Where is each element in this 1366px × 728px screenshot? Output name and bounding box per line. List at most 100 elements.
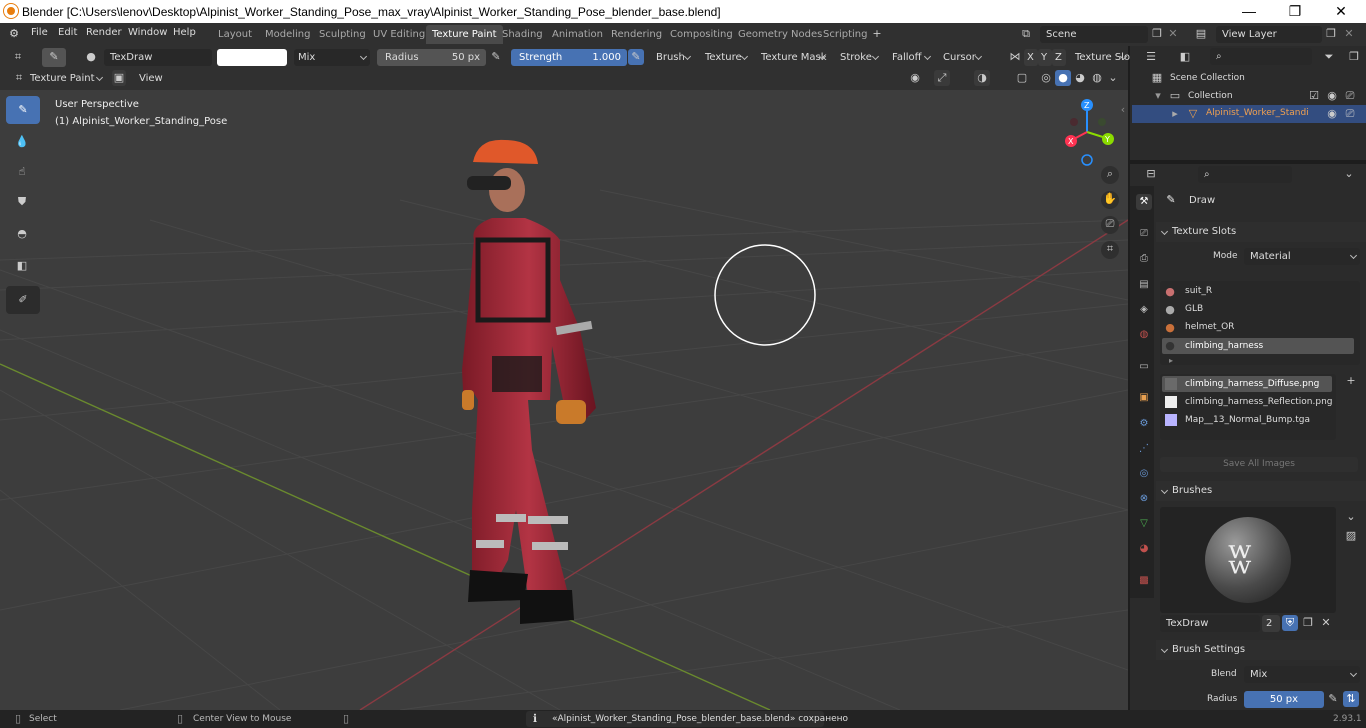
tab-compositing[interactable]: Compositing: [664, 25, 739, 44]
radius-unit-icon[interactable]: ✎: [1326, 691, 1340, 707]
minimize-button[interactable]: —: [1226, 0, 1272, 23]
mask-toggle-icon[interactable]: ▣: [112, 70, 126, 86]
add-workspace-icon[interactable]: +: [870, 26, 884, 42]
outliner-object-row[interactable]: ▸ ▽ Alpinist_Worker_Standing ◉ ⎚: [1132, 105, 1366, 123]
duplicate-brush-icon[interactable]: ❐: [1300, 615, 1316, 631]
radius-pressure-toggle-icon[interactable]: ⇅: [1343, 691, 1359, 707]
overlay-toggle-icon[interactable]: ◑: [974, 70, 990, 86]
close-button[interactable]: ✕: [1318, 0, 1364, 23]
blender-menu-icon[interactable]: ⚙: [6, 26, 22, 42]
display-mode-icon[interactable]: ◧: [1172, 49, 1198, 65]
gizmo-toggle-icon[interactable]: ⤢: [934, 70, 950, 86]
radius-field[interactable]: 50 px: [1244, 691, 1324, 708]
modifier-tab-icon[interactable]: ⚙: [1136, 416, 1152, 432]
scene-tab-icon[interactable]: ◈: [1136, 302, 1152, 318]
physics-tab-icon[interactable]: ◎: [1136, 466, 1152, 482]
properties-search-field[interactable]: ⌕: [1198, 166, 1292, 183]
menu-texture-mask[interactable]: Texture Mask: [757, 49, 829, 66]
brush-image-icon[interactable]: ▨: [1343, 528, 1359, 544]
menu-cursor[interactable]: Cursor: [939, 49, 985, 66]
tab-sculpting[interactable]: Sculpting: [313, 25, 372, 44]
navigation-gizmo[interactable]: Z Y X: [1052, 96, 1122, 172]
output-tab-icon[interactable]: ⎙: [1136, 251, 1152, 267]
editor-type-icon[interactable]: ⌗: [8, 49, 28, 65]
material-item-suit-r[interactable]: suit_R: [1185, 286, 1212, 296]
constraints-tab-icon[interactable]: ⊗: [1136, 491, 1152, 507]
menu-edit[interactable]: Edit: [58, 27, 77, 38]
outliner-editor-icon[interactable]: ☰: [1138, 49, 1164, 65]
annotate-tool-button[interactable]: ✐: [6, 286, 40, 314]
view-layer-icon[interactable]: ▤: [1190, 26, 1212, 42]
menu-window[interactable]: Window: [128, 27, 167, 38]
particles-tab-icon[interactable]: ⋰: [1136, 441, 1152, 457]
brush-settings-panel-header[interactable]: Brush Settings: [1156, 640, 1366, 660]
object-tab-icon[interactable]: ▣: [1136, 390, 1152, 406]
texture-slots-panel-header[interactable]: Texture Slots: [1156, 222, 1366, 242]
clone-tool-icon[interactable]: ⛊: [14, 194, 30, 210]
object-expand-icon[interactable]: ▸: [1170, 106, 1180, 122]
sidebar-toggle-icon[interactable]: ‹: [1118, 102, 1128, 118]
tab-shading[interactable]: Shading: [496, 25, 549, 44]
scene-icon[interactable]: ⧉: [1016, 26, 1036, 42]
solid-shading-icon[interactable]: ●: [1055, 70, 1071, 86]
properties-options-icon[interactable]: ⌄: [1342, 166, 1356, 182]
outliner-collection[interactable]: Collection: [1188, 91, 1233, 101]
new-collection-icon[interactable]: ❐: [1346, 49, 1362, 65]
axis-y-toggle[interactable]: Y: [1038, 49, 1052, 66]
material-item-active[interactable]: ● climbing_harness: [1162, 338, 1354, 354]
blend-select[interactable]: Mix: [1244, 666, 1360, 683]
zoom-icon[interactable]: ⌕: [1101, 166, 1119, 184]
material-tab-icon[interactable]: ◕: [1136, 541, 1152, 557]
menu-brush[interactable]: Brush: [652, 49, 694, 66]
strength-slider[interactable]: Strength 1.000: [511, 49, 627, 66]
axis-z-toggle[interactable]: Z: [1052, 49, 1066, 66]
collection-render-icon[interactable]: ⎚: [1343, 88, 1357, 104]
properties-editor-icon[interactable]: ⊟: [1138, 166, 1164, 182]
tab-animation[interactable]: Animation: [546, 25, 609, 44]
delete-scene-icon[interactable]: ✕: [1166, 26, 1180, 42]
tool-tab-icon[interactable]: ⚒: [1136, 194, 1152, 210]
draw-tool-button[interactable]: ✎: [6, 96, 40, 124]
brushes-panel-header[interactable]: Brushes: [1156, 481, 1366, 501]
blend-dropdown[interactable]: Mix: [294, 49, 370, 66]
tab-layout[interactable]: Layout: [212, 25, 258, 44]
view-layer-tab-icon[interactable]: ▤: [1136, 277, 1152, 293]
material-shading-icon[interactable]: ◕: [1072, 70, 1088, 86]
new-scene-icon[interactable]: ❐: [1150, 26, 1164, 42]
save-all-images-button[interactable]: Save All Images: [1160, 457, 1358, 472]
mode-select[interactable]: Material: [1244, 248, 1360, 265]
filter-icon[interactable]: ⏷: [1318, 49, 1340, 65]
smear-tool-icon[interactable]: ☝: [14, 164, 30, 180]
render-tab-icon[interactable]: ⎚: [1136, 226, 1152, 242]
outliner-scene-collection[interactable]: Scene Collection: [1170, 73, 1245, 83]
strength-pressure-icon[interactable]: ✎: [628, 49, 644, 65]
maximize-button[interactable]: ❐: [1272, 0, 1318, 23]
collection-checkbox-icon[interactable]: ☑: [1308, 88, 1320, 104]
collection-visibility-icon[interactable]: ◉: [1325, 88, 1339, 104]
shading-options-icon[interactable]: ⌄: [1106, 70, 1120, 86]
texture-tab-icon[interactable]: ▩: [1136, 573, 1152, 589]
scene-field[interactable]: Scene: [1040, 26, 1148, 43]
collection-expand-icon[interactable]: ▾: [1152, 88, 1164, 104]
mirror-icon[interactable]: ⋈: [1008, 49, 1022, 65]
tab-uv-editing[interactable]: UV Editing: [367, 25, 431, 44]
material-item-glb[interactable]: GLB: [1185, 304, 1203, 314]
ortho-grid-icon[interactable]: ⌗: [1101, 241, 1119, 259]
menu-help[interactable]: Help: [173, 27, 196, 38]
menu-falloff[interactable]: Falloff: [888, 49, 934, 66]
radius-slider[interactable]: Radius 50 px: [377, 49, 486, 66]
texture-slots-popover[interactable]: Texture Slots: [1072, 49, 1139, 66]
brush-preview-box[interactable]: ʬ: [1160, 507, 1336, 613]
brush-tool-icon[interactable]: ✎: [42, 48, 66, 67]
new-view-layer-icon[interactable]: ❐: [1324, 26, 1338, 42]
menu-view[interactable]: View: [139, 73, 163, 84]
pan-hand-icon[interactable]: ✋: [1101, 191, 1119, 209]
wireframe-shading-icon[interactable]: ◎: [1038, 70, 1054, 86]
world-tab-icon[interactable]: ◍: [1136, 327, 1152, 343]
camera-view-icon[interactable]: ⎚: [1101, 216, 1119, 234]
outliner-search-field[interactable]: ⌕: [1210, 48, 1312, 65]
menu-texture[interactable]: Texture: [701, 49, 751, 66]
xray-toggle-icon[interactable]: ▢: [1014, 70, 1030, 86]
tab-scripting[interactable]: Scripting: [817, 25, 873, 44]
3d-viewport[interactable]: ✎ 💧 ☝ ⛊ ◓ ◧ ✐ User Perspective (1) Alpin…: [0, 90, 1128, 710]
